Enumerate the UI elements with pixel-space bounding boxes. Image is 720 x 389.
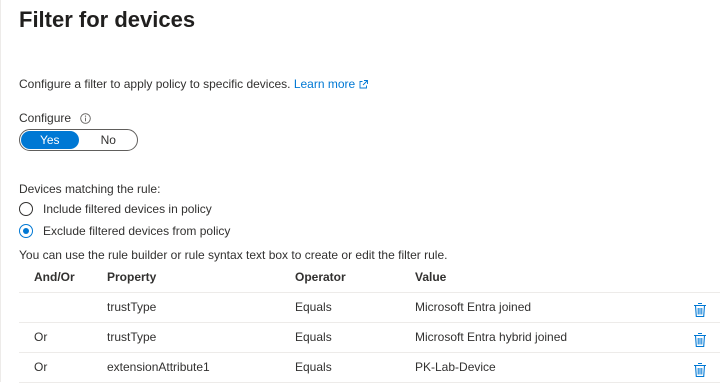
radio-exclude-label: Exclude filtered devices from policy <box>43 224 231 238</box>
panel-left-border <box>0 0 1 382</box>
cell-value: Microsoft Entra hybrid joined <box>415 330 568 344</box>
helper-text: You can use the rule builder or rule syn… <box>19 248 448 262</box>
cell-operator: Equals <box>295 360 332 374</box>
cell-andor: Or <box>34 360 48 374</box>
cell-operator: Equals <box>295 330 332 344</box>
radio-exclude[interactable]: Exclude filtered devices from policy <box>19 223 230 239</box>
col-header-value: Value <box>415 270 447 284</box>
cell-property: extensionAttribute1 <box>107 360 210 374</box>
configure-label-text: Configure <box>19 111 72 125</box>
matching-rule-label: Devices matching the rule: <box>19 182 161 196</box>
cell-value: PK-Lab-Device <box>415 360 496 374</box>
col-header-operator: Operator <box>295 270 346 284</box>
toggle-no[interactable]: No <box>80 130 138 150</box>
rules-table: And/Or Property Operator Value trustType… <box>19 263 720 383</box>
cell-value: Microsoft Entra joined <box>415 300 532 314</box>
cell-operator: Equals <box>295 300 332 314</box>
col-header-andor: And/Or <box>34 270 75 284</box>
page-title: Filter for devices <box>19 7 196 32</box>
external-link-icon <box>359 77 369 93</box>
cell-property: trustType <box>107 300 157 314</box>
table-header: And/Or Property Operator Value <box>19 263 720 292</box>
radio-include-circle[interactable] <box>19 202 33 216</box>
description: Configure a filter to apply policy to sp… <box>19 76 369 93</box>
table-row[interactable]: Or extensionAttribute1 Equals PK-Lab-Dev… <box>19 352 720 383</box>
col-header-property: Property <box>107 270 157 284</box>
trash-icon[interactable] <box>693 330 707 348</box>
table-row[interactable]: trustType Equals Microsoft Entra joined <box>19 292 720 322</box>
learn-more-link[interactable]: Learn more <box>293 77 369 93</box>
radio-exclude-circle[interactable] <box>19 224 33 238</box>
cell-property: trustType <box>107 330 157 344</box>
table-row[interactable]: Or trustType Equals Microsoft Entra hybr… <box>19 322 720 352</box>
radio-include-label: Include filtered devices in policy <box>43 202 212 216</box>
description-text: Configure a filter to apply policy to sp… <box>19 77 294 91</box>
radio-include[interactable]: Include filtered devices in policy <box>19 201 212 217</box>
trash-icon[interactable] <box>693 300 707 318</box>
toggle-yes[interactable]: Yes <box>21 131 79 149</box>
configure-toggle[interactable]: Yes No <box>19 129 138 151</box>
cell-andor: Or <box>34 330 48 344</box>
trash-icon[interactable] <box>693 360 707 378</box>
learn-more-label: Learn more <box>293 77 356 91</box>
info-icon[interactable] <box>80 112 91 128</box>
configure-label: Configure <box>19 110 91 128</box>
